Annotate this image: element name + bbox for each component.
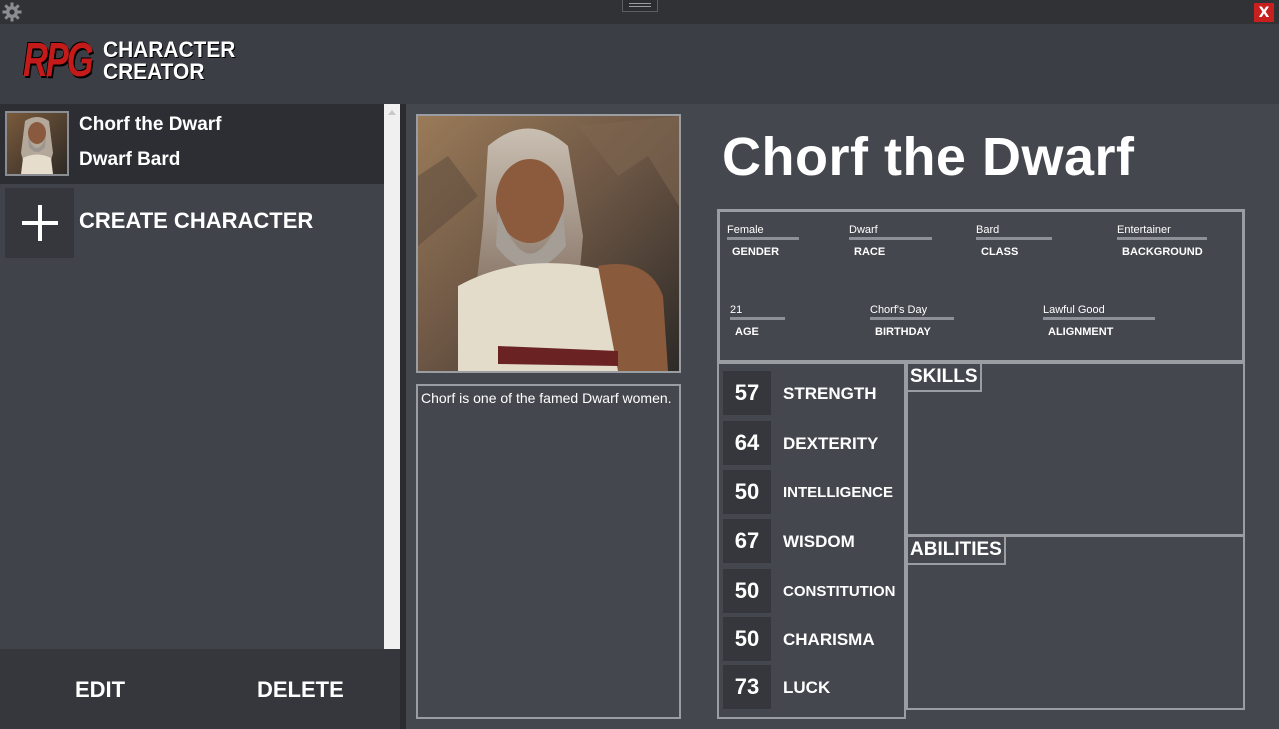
birthday-field[interactable]: Chorf's Day BIRTHDAY <box>870 304 954 338</box>
scroll-up-arrow-icon[interactable] <box>388 110 396 115</box>
close-button[interactable]: X <box>1254 3 1274 22</box>
stat-row-luck: 73 LUCK <box>723 665 903 709</box>
background-label: BACKGROUND <box>1122 246 1203 258</box>
background-field[interactable]: Entertainer BACKGROUND <box>1117 224 1207 258</box>
app-logo: RPG CHARACTER CREATOR <box>23 36 243 86</box>
stat-value[interactable]: 73 <box>723 665 771 709</box>
stats-box: 57 STRENGTH 64 DEXTERITY 50 INTELLIGENCE… <box>717 362 906 719</box>
create-character-button[interactable]: CREATE CHARACTER <box>0 188 384 258</box>
stat-label: INTELLIGENCE <box>783 484 894 501</box>
title-bar: X <box>0 0 1279 24</box>
app-header: RPG CHARACTER CREATOR <box>0 24 1279 104</box>
alignment-label: ALIGNMENT <box>1048 326 1114 338</box>
stat-row-dexterity: 64 DEXTERITY <box>723 421 903 465</box>
gear-icon[interactable] <box>0 0 24 24</box>
skills-heading: SKILLS <box>908 364 982 392</box>
list-actions-bar: EDIT DELETE <box>0 649 400 729</box>
abilities-heading: ABILITIES <box>908 537 1006 565</box>
race-label: RACE <box>854 246 886 258</box>
plus-icon <box>5 188 74 258</box>
gender-label: GENDER <box>732 246 780 258</box>
stat-row-charisma: 50 CHARISMA <box>723 617 903 661</box>
logo-line-1: CHARACTER <box>103 37 236 62</box>
stat-value[interactable]: 67 <box>723 519 771 563</box>
logo-line-2: CREATOR <box>103 59 205 84</box>
stat-value[interactable]: 50 <box>723 569 771 613</box>
stat-label: CONSTITUTION <box>783 583 896 600</box>
stat-row-strength: 57 STRENGTH <box>723 371 903 415</box>
character-title: Chorf the Dwarf <box>722 127 1135 187</box>
stat-label: LUCK <box>783 678 831 697</box>
birthday-label: BIRTHDAY <box>875 326 931 338</box>
class-field[interactable]: Bard CLASS <box>976 224 1052 258</box>
race-value: Dwarf <box>849 224 932 240</box>
character-thumbnail <box>5 111 69 176</box>
character-sheet: Chorf is one of the famed Dwarf women. C… <box>406 104 1279 729</box>
gender-value: Female <box>727 224 799 240</box>
character-list-subtitle: Dwarf Bard <box>79 149 181 170</box>
character-description[interactable]: Chorf is one of the famed Dwarf women. <box>416 384 681 719</box>
stat-label: CHARISMA <box>783 630 875 649</box>
list-scrollbar[interactable] <box>384 104 400 649</box>
age-value: 21 <box>730 304 785 320</box>
age-label: AGE <box>735 326 759 338</box>
stat-value[interactable]: 57 <box>723 371 771 415</box>
alignment-field[interactable]: Lawful Good ALIGNMENT <box>1043 304 1155 338</box>
delete-button[interactable]: DELETE <box>257 677 344 703</box>
alignment-value: Lawful Good <box>1043 304 1155 320</box>
background-value: Entertainer <box>1117 224 1207 240</box>
race-field[interactable]: Dwarf RACE <box>849 224 932 258</box>
character-list-panel: Chorf the Dwarf Dwarf Bard CREATE CHARAC… <box>0 104 400 649</box>
character-list-item[interactable]: Chorf the Dwarf Dwarf Bard <box>0 104 384 184</box>
abilities-panel[interactable]: ABILITIES <box>906 535 1245 710</box>
logo-rpg-text: RPG <box>23 34 94 87</box>
stat-value[interactable]: 50 <box>723 470 771 514</box>
gender-field[interactable]: Female GENDER <box>727 224 799 258</box>
stat-row-intelligence: 50 INTELLIGENCE <box>723 470 903 514</box>
stat-value[interactable]: 50 <box>723 617 771 661</box>
character-info-box: Female GENDER Dwarf RACE Bard CLASS Ente… <box>717 209 1245 363</box>
create-character-label: CREATE CHARACTER <box>79 208 314 233</box>
stat-value[interactable]: 64 <box>723 421 771 465</box>
stat-row-constitution: 50 CONSTITUTION <box>723 569 903 613</box>
age-field[interactable]: 21 AGE <box>730 304 785 338</box>
class-value: Bard <box>976 224 1052 240</box>
stat-row-wisdom: 67 WISDOM <box>723 519 903 563</box>
window-drag-handle[interactable] <box>622 0 658 12</box>
character-portrait <box>416 114 681 373</box>
skills-panel[interactable]: SKILLS <box>906 362 1245 536</box>
character-list-name: Chorf the Dwarf <box>79 114 222 135</box>
birthday-value: Chorf's Day <box>870 304 954 320</box>
edit-button[interactable]: EDIT <box>75 677 125 703</box>
stat-label: WISDOM <box>783 532 855 551</box>
stat-label: STRENGTH <box>783 384 877 403</box>
class-label: CLASS <box>981 246 1019 258</box>
logo-title: CHARACTER CREATOR <box>103 39 235 83</box>
stat-label: DEXTERITY <box>783 434 879 453</box>
